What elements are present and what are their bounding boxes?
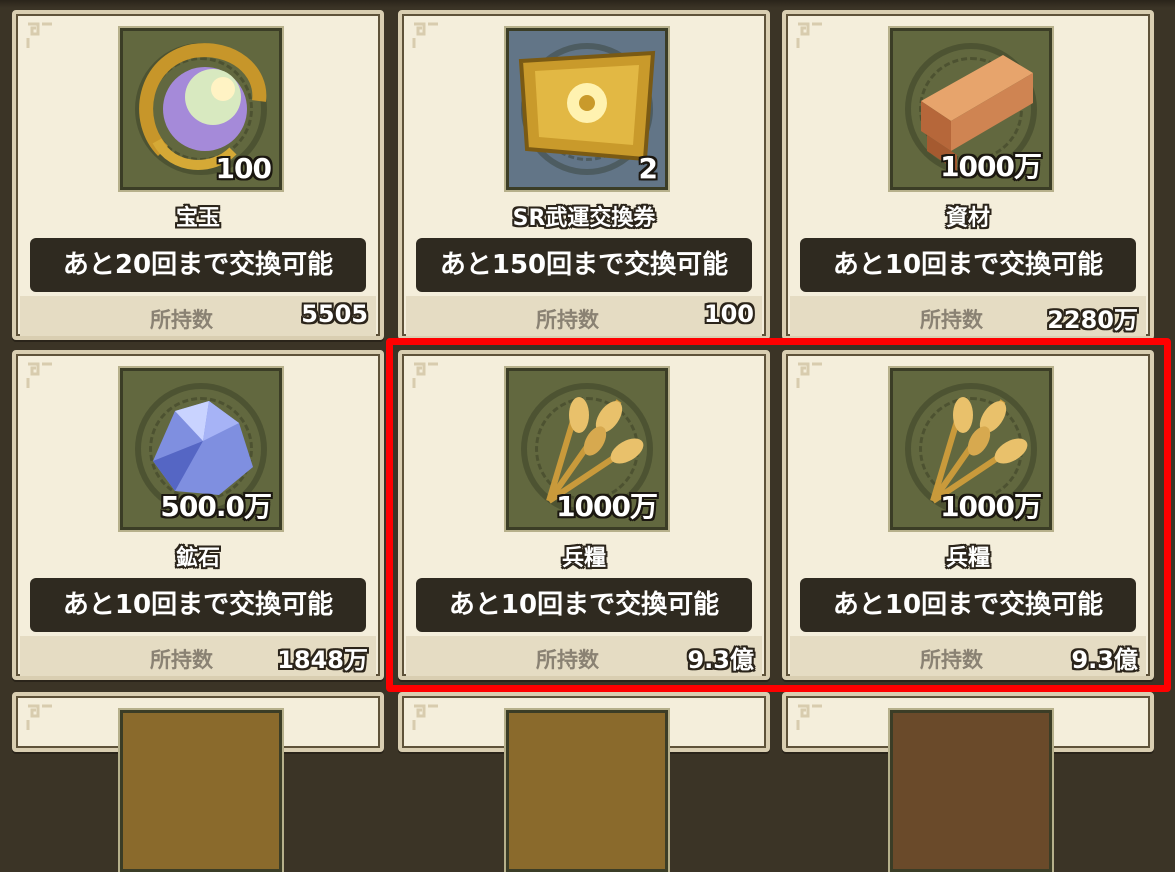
item-name: 兵糧 bbox=[561, 546, 606, 571]
item-icon-frame: 1000万 bbox=[506, 368, 668, 530]
owned-value: 1848万 bbox=[277, 646, 368, 674]
corner-ornament bbox=[26, 22, 54, 50]
item-name: 兵糧 bbox=[945, 546, 990, 571]
item-name: 宝玉 bbox=[175, 206, 220, 231]
owned-value: 9.3億 bbox=[687, 646, 754, 674]
exchange-limit: あと150回まで交換可能 bbox=[416, 238, 752, 292]
owned-label: 所持数 bbox=[536, 308, 599, 332]
item-icon-frame: 2 bbox=[506, 28, 668, 190]
corner-ornament bbox=[796, 22, 824, 50]
owned-value: 100 bbox=[703, 300, 754, 328]
owned-value: 5505 bbox=[301, 300, 368, 328]
item-quantity: 2 bbox=[638, 152, 659, 185]
shop-item-card-jade[interactable]: 100 宝玉 あと20回まで交換可能 所持数 5505 bbox=[12, 10, 384, 340]
item-quantity: 1000万 bbox=[940, 150, 1042, 183]
shop-item-card-lumber[interactable]: 1000万 資材 あと10回まで交換可能 所持数 2280万 bbox=[782, 10, 1154, 340]
item-icon-frame bbox=[506, 710, 668, 872]
owned-label: 所持数 bbox=[536, 648, 599, 672]
owned-value: 2280万 bbox=[1047, 306, 1138, 334]
corner-ornament bbox=[796, 362, 824, 390]
item-name: 鉱石 bbox=[175, 546, 220, 571]
item-icon-frame: 1000万 bbox=[890, 368, 1052, 530]
item-icon-frame: 1000万 bbox=[890, 28, 1052, 190]
shop-item-card-ore[interactable]: 500.0万 鉱石 あと10回まで交換可能 所持数 1848万 bbox=[12, 350, 384, 680]
corner-ornament bbox=[26, 362, 54, 390]
shop-item-card-partial[interactable] bbox=[782, 692, 1154, 872]
item-name: SR武運交換券 bbox=[512, 206, 656, 231]
item-name: 資材 bbox=[945, 206, 990, 231]
shop-item-card-partial[interactable] bbox=[12, 692, 384, 872]
item-quantity: 1000万 bbox=[556, 490, 658, 523]
exchange-limit: あと20回まで交換可能 bbox=[30, 238, 366, 292]
owned-label: 所持数 bbox=[920, 308, 983, 332]
exchange-limit: あと10回まで交換可能 bbox=[30, 578, 366, 632]
exchange-limit: あと10回まで交換可能 bbox=[800, 238, 1136, 292]
shop-item-card-partial[interactable] bbox=[398, 692, 770, 872]
corner-ornament bbox=[412, 362, 440, 390]
corner-ornament bbox=[412, 704, 440, 732]
shop-item-card-provisions-2[interactable]: 1000万 兵糧 あと10回まで交換可能 所持数 9.3億 bbox=[782, 350, 1154, 680]
exchange-limit: あと10回まで交換可能 bbox=[416, 578, 752, 632]
item-icon-frame: 500.0万 bbox=[120, 368, 282, 530]
corner-ornament bbox=[412, 22, 440, 50]
item-icon-frame: 100 bbox=[120, 28, 282, 190]
item-icon-frame bbox=[120, 710, 282, 872]
shop-item-card-provisions[interactable]: 1000万 兵糧 あと10回まで交換可能 所持数 9.3億 bbox=[398, 350, 770, 680]
item-quantity: 1000万 bbox=[940, 490, 1042, 523]
owned-label: 所持数 bbox=[150, 648, 213, 672]
item-quantity: 100 bbox=[215, 152, 272, 185]
owned-label: 所持数 bbox=[150, 308, 213, 332]
item-quantity: 500.0万 bbox=[160, 490, 272, 523]
corner-ornament bbox=[26, 704, 54, 732]
corner-ornament bbox=[796, 704, 824, 732]
top-frame bbox=[0, 0, 1175, 8]
owned-value: 9.3億 bbox=[1071, 646, 1138, 674]
owned-label: 所持数 bbox=[920, 648, 983, 672]
item-icon-frame bbox=[890, 710, 1052, 872]
exchange-limit: あと10回まで交換可能 bbox=[800, 578, 1136, 632]
shop-item-card-ticket[interactable]: 2 SR武運交換券 あと150回まで交換可能 所持数 100 bbox=[398, 10, 770, 340]
